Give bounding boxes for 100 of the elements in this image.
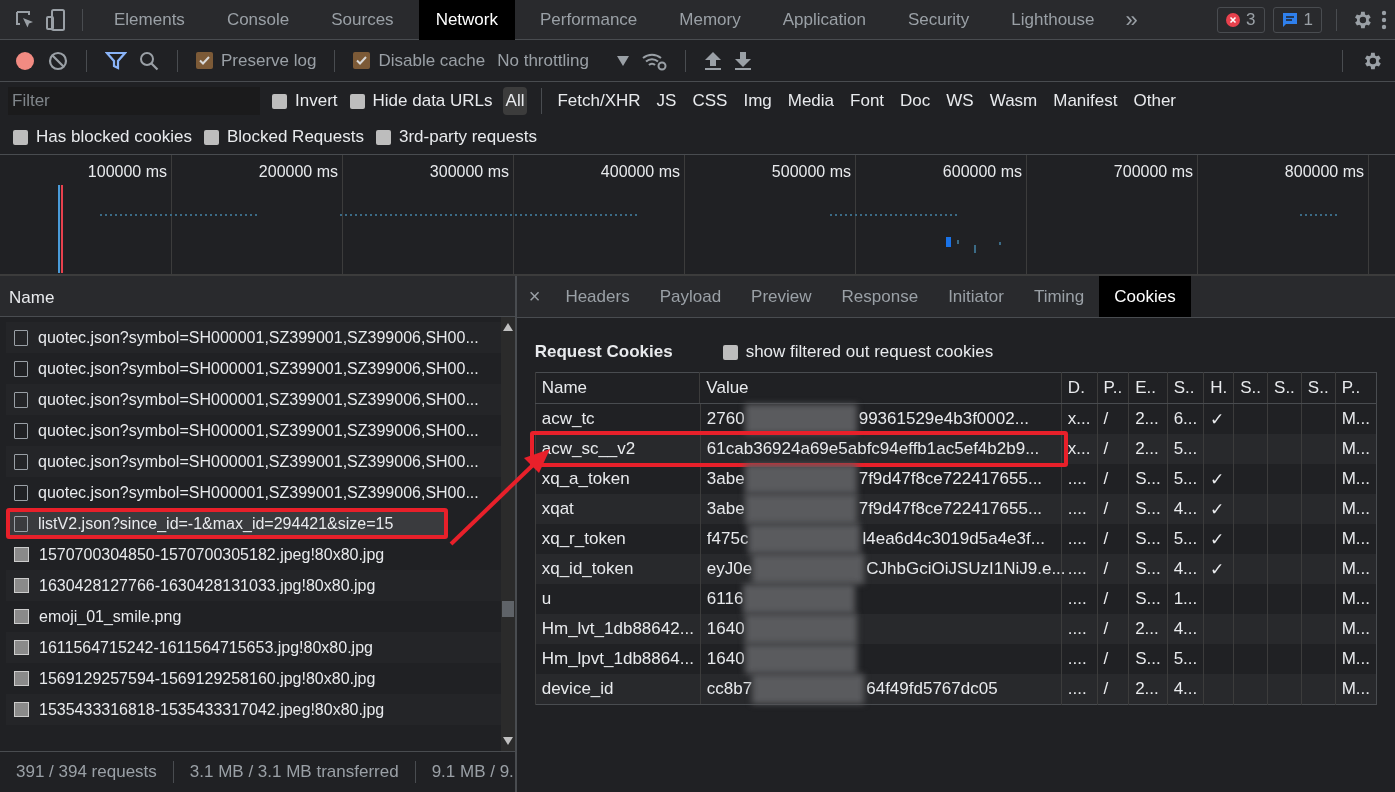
table-cell: 4... — [1167, 674, 1204, 705]
time-tick-label: 800000 ms — [1284, 163, 1364, 180]
table-cell: / — [1097, 434, 1129, 464]
panel-tab[interactable]: Console — [209, 0, 307, 40]
detail-tab[interactable]: Payload — [644, 276, 737, 317]
record-icon[interactable] — [14, 49, 36, 72]
table-cell: M... — [1335, 434, 1377, 464]
detail-tab[interactable]: Timing — [1018, 276, 1100, 317]
request-row[interactable]: quotec.json?symbol=SH000001,SZ399001,SZ399006,SH00... — [6, 353, 501, 384]
errors-badge[interactable]: 3 — [1217, 6, 1265, 33]
type-filter-button[interactable]: Doc — [897, 87, 934, 115]
type-filter-button[interactable]: JS — [653, 87, 680, 115]
scrollbar-thumb[interactable] — [501, 601, 514, 617]
panel-tab[interactable]: Network — [418, 0, 515, 40]
request-row[interactable]: listV2.json?since_id=-1&max_id=294421&size=15 — [6, 508, 448, 539]
upload-icon[interactable] — [703, 50, 722, 71]
request-row[interactable]: quotec.json?symbol=SH000001,SZ399001,SZ399006,SH00... — [6, 384, 501, 415]
type-filter-button[interactable]: CSS — [689, 87, 731, 115]
column-header[interactable]: P.. — [1335, 372, 1377, 404]
checkbox-label: Has blocked cookies — [36, 127, 192, 147]
panel-tab[interactable]: Elements — [97, 0, 202, 40]
request-row[interactable]: emoji_01_smile.png — [6, 601, 501, 632]
checkbox-label: Invert — [295, 91, 338, 111]
type-filter-button[interactable]: Fetch/XHR — [554, 87, 644, 115]
checkbox[interactable] — [272, 93, 287, 109]
column-header[interactable]: P.. — [1097, 372, 1129, 404]
clear-icon[interactable] — [48, 50, 68, 71]
checkbox[interactable] — [13, 129, 28, 145]
table-cell: l4ea6d4c3019d5a4e3f... — [862, 529, 1045, 549]
type-filter-button[interactable]: All — [502, 87, 528, 115]
more-tabs-button[interactable]: » — [1119, 6, 1144, 33]
more-options-icon[interactable] — [1381, 9, 1387, 30]
panel-tab[interactable]: Lighthouse — [994, 0, 1112, 40]
request-row[interactable]: quotec.json?symbol=SH000001,SZ399001,SZ399006,SH00... — [6, 477, 501, 508]
column-header[interactable]: H. — [1203, 372, 1234, 404]
table-cell: 64f49fd5767dc05 — [866, 679, 998, 699]
column-header[interactable]: Name — [535, 372, 700, 404]
table-cell: S... — [1128, 554, 1168, 584]
type-filter-button[interactable]: Font — [847, 87, 888, 115]
checkbox[interactable] — [196, 52, 213, 69]
type-filter-button[interactable]: Manifest — [1050, 87, 1121, 115]
column-header[interactable]: D. — [1061, 372, 1098, 404]
table-cell: 61cab36924a69e5abfc94effb1ac5ef4b2b9... — [706, 439, 1040, 459]
column-header[interactable]: Name — [0, 276, 515, 317]
checkbox[interactable] — [353, 52, 371, 69]
filter-icon[interactable] — [105, 50, 127, 71]
table-cell: / — [1097, 494, 1129, 524]
scroll-up-icon[interactable] — [502, 323, 513, 331]
filter-input[interactable]: Filter — [8, 87, 260, 115]
column-header[interactable]: S.. — [1167, 372, 1204, 404]
request-row[interactable]: 1570700304850-1570700305182.jpeg!80x80.jpg — [6, 539, 501, 570]
panel-tab[interactable]: Performance — [523, 0, 655, 40]
panel-tab[interactable]: Memory — [662, 0, 758, 40]
scroll-down-icon[interactable] — [502, 737, 513, 745]
detail-tab[interactable]: Response — [826, 276, 934, 317]
column-header[interactable]: S.. — [1267, 372, 1302, 404]
checkbox[interactable] — [375, 129, 391, 145]
detail-tab[interactable]: Cookies — [1099, 276, 1191, 317]
column-header[interactable]: E.. — [1128, 372, 1168, 404]
request-row[interactable]: quotec.json?symbol=SH000001,SZ399001,SZ399006,SH00... — [6, 415, 501, 446]
detail-tab[interactable]: Preview — [736, 276, 827, 317]
close-button[interactable]: × — [528, 285, 541, 308]
panel-tab[interactable]: Sources — [314, 0, 411, 40]
message-icon — [1281, 11, 1298, 28]
request-row[interactable]: 1535433316818-1535433317042.jpeg!80x80.jpg — [6, 694, 501, 725]
panel-tab[interactable]: Application — [765, 0, 883, 40]
status-text: 3.1 MB / 3.1 MB transferred — [189, 762, 399, 782]
scrollbar[interactable] — [500, 317, 515, 751]
request-row[interactable]: quotec.json?symbol=SH000001,SZ399001,SZ399006,SH00... — [6, 446, 501, 477]
column-header[interactable]: S.. — [1233, 372, 1268, 404]
device-icon[interactable] — [44, 7, 68, 32]
checkbox[interactable] — [349, 93, 365, 109]
type-filter-button[interactable]: Media — [784, 87, 838, 115]
messages-badge[interactable]: 1 — [1272, 6, 1322, 33]
detail-tab[interactable]: Headers — [550, 276, 645, 317]
download-icon[interactable] — [733, 50, 752, 71]
type-filter-button[interactable]: WS — [943, 87, 977, 115]
checkbox[interactable] — [722, 344, 738, 360]
detail-tab[interactable]: Initiator — [933, 276, 1019, 317]
column-header[interactable]: Value — [699, 372, 1062, 404]
checkbox-label: Hide data URLs — [372, 91, 493, 111]
table-cell: device_id — [535, 674, 700, 705]
checkbox[interactable] — [203, 129, 219, 145]
dropdown-caret-icon — [616, 55, 629, 66]
check-mark: ✓ — [1210, 559, 1225, 579]
request-row[interactable]: 1630428127766-1630428131033.jpg!80x80.jpg — [6, 570, 501, 601]
table-cell: acw_tc — [535, 403, 700, 434]
request-row[interactable]: 1569129257594-1569129258160.jpg!80x80.jpg — [6, 663, 501, 694]
type-filter-button[interactable]: Img — [740, 87, 775, 115]
search-icon[interactable] — [139, 50, 159, 71]
throttling-dropdown[interactable]: No throttling — [497, 50, 629, 71]
type-filter-button[interactable]: Wasm — [986, 87, 1041, 115]
request-row[interactable]: 1611564715242-1611564715653.jpg!80x80.jpg — [6, 632, 501, 663]
column-header[interactable]: S.. — [1301, 372, 1336, 404]
type-filter-button[interactable]: Other — [1130, 87, 1180, 115]
check-mark: ✓ — [1210, 529, 1225, 549]
table-cell: xq_id_token — [535, 554, 700, 584]
request-row[interactable]: quotec.json?symbol=SH000001,SZ399001,SZ399006,SH00... — [6, 322, 501, 353]
panel-tab[interactable]: Security — [890, 0, 987, 40]
section-title: Request Cookies — [534, 342, 673, 362]
